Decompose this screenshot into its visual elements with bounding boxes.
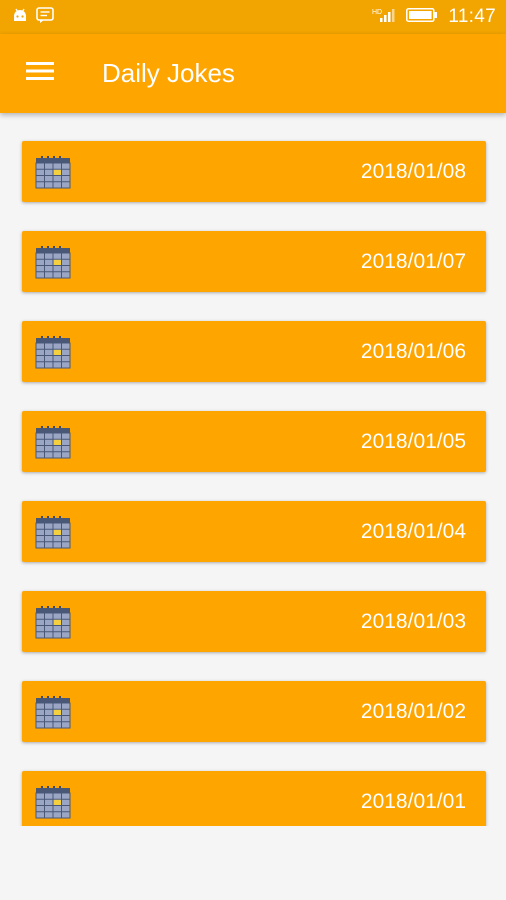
- list-item[interactable]: 2018/01/02: [22, 681, 486, 742]
- list-item[interactable]: 2018/01/08: [22, 141, 486, 202]
- calendar-icon: [34, 335, 72, 369]
- status-time: 11:47: [448, 6, 496, 27]
- list-item[interactable]: 2018/01/04: [22, 501, 486, 562]
- list-item-date: 2018/01/08: [360, 159, 466, 183]
- list-item[interactable]: 2018/01/01: [22, 771, 486, 826]
- list-item-date: 2018/01/06: [360, 339, 466, 363]
- android-icon: [12, 7, 28, 28]
- calendar-icon: [34, 155, 72, 189]
- message-icon: [36, 6, 54, 28]
- list-item-date: 2018/01/03: [360, 609, 466, 633]
- list-item[interactable]: 2018/01/07: [22, 231, 486, 292]
- menu-button[interactable]: [0, 34, 80, 113]
- list-item-date: 2018/01/01: [360, 789, 466, 813]
- calendar-icon: [34, 785, 72, 819]
- date-list: 2018/01/08 2018/01/07 2018/01/06 2018/01…: [0, 113, 506, 826]
- calendar-icon: [34, 425, 72, 459]
- calendar-icon: [34, 695, 72, 729]
- list-item[interactable]: 2018/01/05: [22, 411, 486, 472]
- status-bar-left: [12, 6, 54, 28]
- signal-icon: HD: [372, 7, 396, 28]
- app-bar: Daily Jokes: [0, 34, 506, 113]
- hamburger-menu-icon: [26, 61, 54, 86]
- status-bar-right: HD 11:47: [372, 6, 496, 28]
- calendar-icon: [34, 245, 72, 279]
- list-item-date: 2018/01/05: [360, 429, 466, 453]
- status-bar: HD 11:47: [0, 0, 506, 34]
- list-item[interactable]: 2018/01/06: [22, 321, 486, 382]
- calendar-icon: [34, 605, 72, 639]
- battery-icon: [406, 7, 438, 27]
- list-item-date: 2018/01/02: [360, 699, 466, 723]
- list-item-date: 2018/01/04: [360, 519, 466, 543]
- page-title: Daily Jokes: [102, 58, 235, 88]
- list-item-date: 2018/01/07: [360, 249, 466, 273]
- svg-text:HD: HD: [372, 9, 382, 16]
- calendar-icon: [34, 515, 72, 549]
- list-item[interactable]: 2018/01/03: [22, 591, 486, 652]
